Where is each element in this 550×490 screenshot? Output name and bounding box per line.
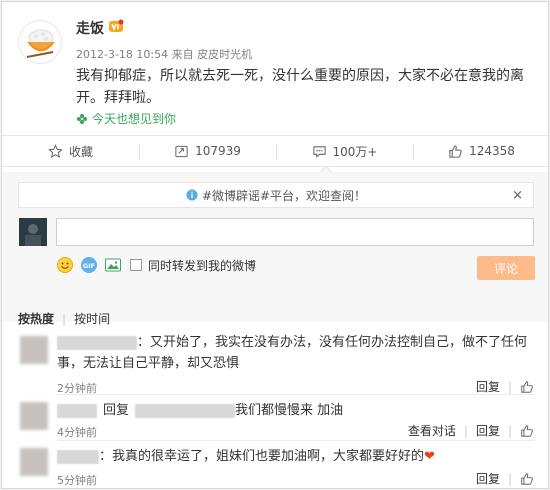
thumbs-up-icon	[521, 381, 533, 393]
current-user-avatar	[19, 218, 47, 246]
user-photo-icon	[19, 218, 47, 246]
commenter-name-blurred[interactable]	[57, 403, 97, 418]
comment-text: 我们都慢慢来 加油	[235, 403, 344, 418]
topic-link[interactable]: 今天也想见到你	[76, 110, 176, 127]
forward-count: 107939	[195, 144, 241, 158]
comment-actions: 查看对话 | 回复 |	[408, 422, 534, 439]
comment-time: 5分钟前	[57, 474, 97, 487]
thumbs-up-icon	[449, 144, 462, 158]
post-meta: 2012-3-18 10:54 来自 皮皮时光机	[76, 48, 253, 61]
like-count: 124358	[469, 144, 515, 158]
comment-item: ：又开始了，我实在没有办法，没有任何办法控制自己，做不了任何事，无法让自己平静，…	[2, 332, 548, 398]
vip-badge-icon	[109, 19, 124, 32]
action-separator: |	[507, 471, 512, 486]
reply-word: 回复	[103, 403, 130, 418]
action-bar: 收藏 107939 100万+ 124358	[2, 135, 548, 167]
like-button[interactable]: 124358	[413, 136, 548, 166]
comment-item: ：我真的很幸运了，姐妹们也要加油啊，大家都要好好的❤ 5分钟前 回复 |	[2, 446, 548, 488]
commenter-avatar[interactable]	[20, 336, 48, 364]
heart-emoji-icon: ❤	[424, 449, 435, 464]
comment-like-button[interactable]	[520, 471, 534, 486]
emoji-icon[interactable]	[56, 256, 74, 274]
forward-checkbox-label: 同时转发到我的微博	[148, 258, 257, 273]
comment-like-button[interactable]	[520, 423, 534, 438]
comment-time: 4分钟前	[57, 426, 97, 439]
tab-sort-time[interactable]: 按时间	[74, 310, 110, 327]
notice-text: #微博辟谣#平台，欢迎查阅！	[201, 188, 367, 203]
weibo-post-frame: 走饭 2012-3-18 10:54 来自 皮皮时光机 我有抑郁症，所以就去死一…	[1, 1, 549, 489]
notice-close-button[interactable]: ×	[512, 188, 523, 203]
star-icon	[48, 143, 63, 158]
comment-body: ：又开始了，我实在没有办法，没有任何办法控制自己，做不了任何事，无法让自己平静，…	[57, 332, 535, 374]
thumbs-up-icon	[521, 473, 533, 485]
comment-divider	[57, 394, 535, 395]
post-content: 我有抑郁症，所以就去死一死，没什么重要的原因，大家不必在意我的离开。拜拜啦。	[76, 68, 524, 106]
favorite-label: 收藏	[68, 144, 93, 159]
reply-button[interactable]: 回复	[476, 422, 500, 439]
comment-input[interactable]	[56, 218, 534, 246]
thumbs-up-icon	[521, 425, 533, 437]
comment-body: 回复 我们都慢慢来 加油	[57, 400, 535, 421]
svg-text:GIF: GIF	[83, 262, 95, 270]
user-avatar[interactable]	[18, 20, 62, 64]
rumor-notice[interactable]: #微博辟谣#平台，欢迎查阅！ ×	[18, 182, 534, 208]
post: 走饭 2012-3-18 10:54 来自 皮皮时光机 我有抑郁症，所以就去死一…	[2, 2, 548, 132]
comment-body: ：我真的很幸运了，姐妹们也要加油啊，大家都要好好的❤	[57, 446, 535, 467]
commenter-name-blurred[interactable]	[57, 335, 137, 350]
username[interactable]: 走饭	[76, 18, 104, 38]
gif-icon[interactable]: GIF	[80, 256, 98, 274]
comment-composer: #微博辟谣#平台，欢迎查阅！ × GIF 同时转发到我的微博 评论	[2, 172, 548, 322]
commenter-name-blurred[interactable]	[57, 449, 99, 464]
commenter-avatar[interactable]	[20, 402, 48, 430]
comment-item: 回复 我们都慢慢来 加油 4分钟前 查看对话 | 回复 |	[2, 400, 548, 442]
comment-divider	[57, 440, 535, 441]
reply-button[interactable]: 回复	[476, 470, 500, 487]
image-icon[interactable]	[104, 256, 122, 274]
rice-bowl-avatar-icon	[19, 21, 61, 63]
comment-actions: 回复 |	[476, 470, 534, 487]
action-separator: |	[507, 379, 512, 394]
tab-separator: |	[62, 311, 67, 326]
comment-sort-tabs: 按热度 | 按时间	[18, 310, 110, 327]
replied-user-blurred[interactable]	[135, 403, 236, 418]
topic-label: 今天也想见到你	[92, 112, 177, 126]
comment-button[interactable]: 100万+	[276, 136, 413, 166]
comment-text: ：我真的很幸运了，姐妹们也要加油啊，大家都要好好的	[99, 449, 425, 464]
composer-tools: GIF 同时转发到我的微博	[56, 256, 256, 274]
tab-sort-hot[interactable]: 按热度	[18, 310, 54, 327]
reply-button[interactable]: 回复	[476, 378, 500, 395]
clover-icon	[77, 113, 87, 124]
submit-comment-button[interactable]: 评论	[477, 256, 535, 280]
view-conversation-button[interactable]: 查看对话	[408, 422, 456, 439]
comment-count: 100万+	[332, 144, 378, 159]
info-icon	[186, 189, 198, 201]
comment-actions: 回复 |	[476, 378, 534, 395]
forward-checkbox[interactable]	[130, 259, 142, 271]
forward-icon	[175, 145, 188, 157]
comment-like-button[interactable]	[520, 379, 534, 394]
comment-icon	[312, 145, 326, 158]
commenter-avatar[interactable]	[20, 448, 48, 476]
action-separator: |	[507, 423, 512, 438]
favorite-button[interactable]: 收藏	[2, 136, 139, 166]
action-separator: |	[463, 423, 468, 438]
forward-button[interactable]: 107939	[139, 136, 276, 166]
